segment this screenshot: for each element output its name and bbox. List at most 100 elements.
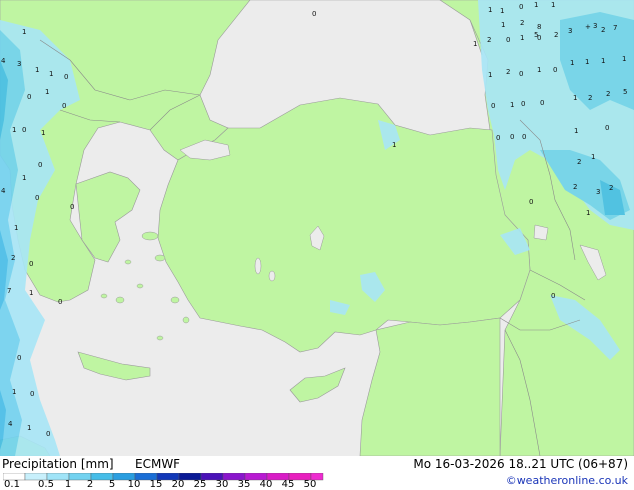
precip-value: 3 (568, 27, 572, 35)
precip-value: 1 (585, 58, 589, 66)
precip-value: 0 (553, 66, 557, 74)
scale-tick-label: 45 (281, 479, 295, 490)
precip-value: 2 (609, 184, 613, 192)
precip-value: 1 (14, 224, 18, 232)
precip-value: 0 (312, 10, 316, 18)
precip-value: 2 (573, 183, 577, 191)
precip-value: 0 (537, 34, 541, 42)
precip-value: 2 (601, 26, 605, 34)
precip-value: 1 (500, 7, 504, 15)
precip-value: 1 (622, 55, 626, 63)
scale-tick-label: 10 (127, 479, 141, 490)
precip-value: 1 (49, 70, 53, 78)
precip-value: 0 (491, 102, 495, 110)
precip-value: 2 (577, 158, 581, 166)
precip-value: 7 (613, 24, 617, 32)
precip-value: 1 (510, 101, 514, 109)
precip-value: 2 (11, 254, 15, 262)
model-name: ECMWF (135, 457, 181, 471)
precip-value: 1 (570, 59, 574, 67)
precip-value: 0 (17, 354, 21, 362)
precip-value: 0 (510, 133, 514, 141)
precip-value: 7 (7, 287, 11, 295)
precip-value: 1 (501, 21, 505, 29)
precip-value: 2 (554, 31, 558, 39)
precip-value: 0 (519, 70, 523, 78)
precip-value: 1 (488, 71, 492, 79)
precip-value: 1 (551, 1, 555, 9)
precip-value: 1 (22, 28, 26, 36)
precip-value: 1 (29, 289, 33, 297)
precip-value: 1 (12, 126, 16, 134)
precip-value: 0 (38, 161, 42, 169)
precip-value: 1 (22, 174, 26, 182)
precip-value: 5 (623, 88, 627, 96)
precip-value: 3 (596, 188, 600, 196)
precip-value: 8 (537, 23, 541, 31)
legend-footer: Precipitation [mm] ECMWF Mo 16-03-2026 1… (0, 456, 634, 490)
land-levant (359, 317, 501, 457)
scale-tick-label: 1 (64, 479, 72, 490)
precip-value: 1 (27, 424, 31, 432)
scale-tick-label: 2 (86, 479, 94, 490)
precip-value: 0 (62, 102, 66, 110)
precip-value: 4 (1, 57, 6, 65)
precip-value: 0 (519, 3, 523, 11)
precip-value: 1 (574, 127, 578, 135)
precip-value: 0 (58, 298, 62, 306)
scale-tick-label: 35 (237, 479, 251, 490)
scale-tick-label: 5 (108, 479, 116, 490)
precip-value: 4 (1, 187, 6, 195)
precip-value: 0 (521, 100, 525, 108)
valid-time: Mo 16-03-2026 18..21 UTC (06+87) (413, 457, 628, 471)
precip-value: 0 (496, 134, 500, 142)
precip-value: 3 (593, 22, 597, 30)
precip-value: 1 (520, 34, 524, 42)
precipitation-map: 1 1 0 1 1 1 2 5 8 2 3 +3 2 7 1 2 0 1 0 1 2 0 1 0 1 1 1 1 0 1 0 0 1 2 2 5 0 0 0… (0, 0, 634, 457)
map-canvas: 1 1 0 1 11 2582 3 +3 2 71 2 0 1 01 2 0 1 01 1 1 10 1 0 01 2 2 50 0 0… (0, 0, 634, 457)
precip-value: 0 (35, 194, 39, 202)
precip-value: 1 (12, 388, 16, 396)
precip-value: 4 (8, 420, 13, 428)
precip-value: 0 (605, 124, 609, 132)
precip-value: 0 (64, 73, 68, 81)
precip-value: 0 (529, 198, 533, 206)
precip-value: 0 (70, 203, 74, 211)
precip-value: + (585, 23, 591, 31)
precip-value: 2 (588, 94, 592, 102)
precip-value: 0 (22, 126, 26, 134)
scale-tick-label: 0.5 (38, 479, 54, 490)
scale-tick-label: 15 (149, 479, 163, 490)
scale-tick-label: 50 (303, 479, 317, 490)
precip-value: 1 (591, 153, 595, 161)
precip-value: 2 (606, 90, 610, 98)
scale-tick-label: 30 (215, 479, 229, 490)
precip-value: 0 (30, 390, 34, 398)
precip-value: 1 (45, 88, 49, 96)
precip-value: 2 (487, 36, 491, 44)
precip-value: 1 (488, 6, 492, 14)
precip-value: 1 (41, 129, 45, 137)
precip-value: 0 (506, 36, 510, 44)
precip-value: 1 (392, 141, 396, 149)
precip-value: 0 (540, 99, 544, 107)
precip-value: 1 (537, 66, 541, 74)
precip-value: 1 (586, 209, 590, 217)
precip-value: 2 (506, 68, 510, 76)
precip-value: 1 (35, 66, 39, 74)
precip-value: 1 (573, 94, 577, 102)
legend-title: Precipitation [mm] (2, 457, 114, 471)
precip-value: 1 (534, 1, 538, 9)
precip-value: 1 (473, 40, 477, 48)
precip-value: 0 (522, 133, 526, 141)
precip-value: 0 (46, 430, 50, 438)
credit-link[interactable]: ©weatheronline.co.uk (506, 474, 628, 487)
precip-value: 0 (27, 93, 31, 101)
precip-value: 0 (29, 260, 33, 268)
scale-tick-label: 0.1 (4, 479, 20, 490)
scale-tick-label: 25 (193, 479, 207, 490)
precip-value: 0 (551, 292, 555, 300)
precip-value: 2 (520, 19, 524, 27)
scale-tick-label: 20 (171, 479, 185, 490)
scale-tick-label: 40 (259, 479, 273, 490)
